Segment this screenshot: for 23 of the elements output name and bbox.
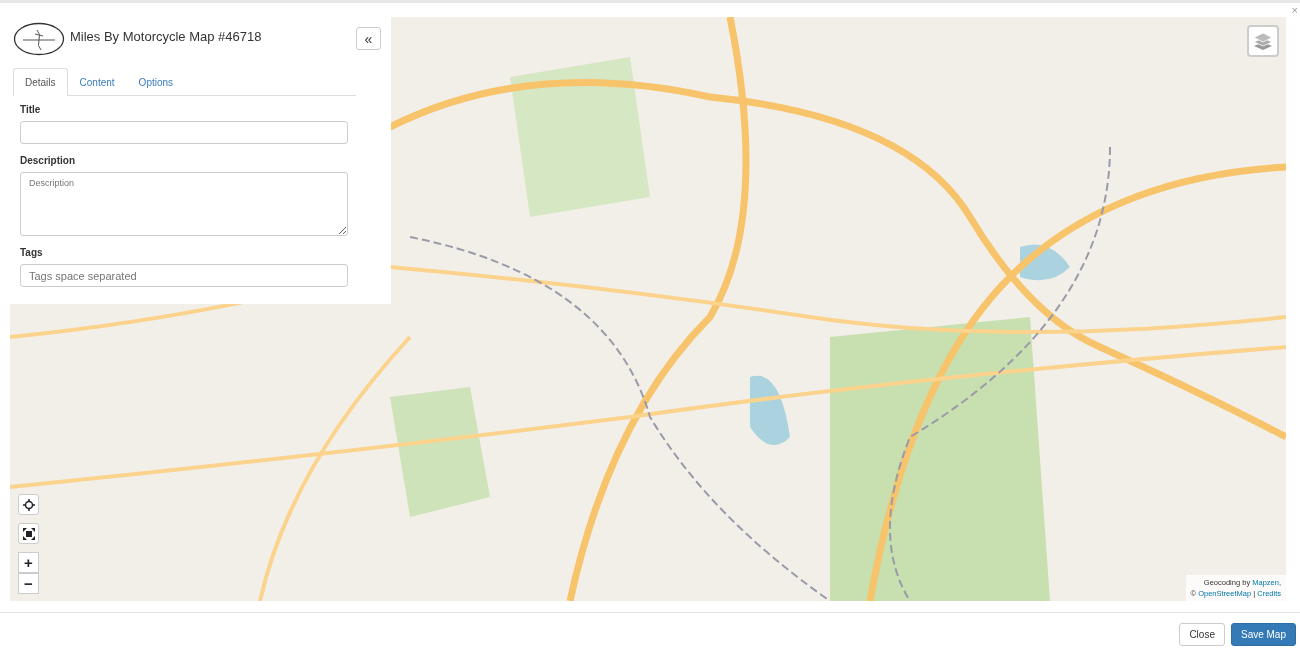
locate-button[interactable] bbox=[18, 494, 39, 515]
layers-button[interactable] bbox=[1247, 25, 1279, 57]
crosshair-icon bbox=[22, 498, 35, 511]
fullscreen-icon bbox=[22, 527, 35, 540]
collapse-button[interactable]: « bbox=[356, 27, 381, 50]
tab[interactable]: Content bbox=[67, 68, 127, 96]
zoom-in-button[interactable]: + bbox=[18, 552, 39, 573]
save-button[interactable]: Save Map bbox=[1230, 623, 1296, 646]
field-label: Title bbox=[20, 104, 42, 115]
field-label: Description bbox=[20, 155, 76, 166]
motorcycle-logo-icon bbox=[13, 22, 65, 56]
tab[interactable]: Details bbox=[13, 68, 68, 96]
description-field[interactable]: Description bbox=[20, 172, 348, 236]
zoom-out-button[interactable]: − bbox=[18, 573, 39, 594]
panel-title: Miles By Motorcycle Map #46718 bbox=[70, 28, 263, 44]
input-field[interactable]: Tags space separated bbox=[20, 264, 348, 287]
layers-icon bbox=[1252, 30, 1274, 52]
input-field[interactable] bbox=[20, 121, 348, 144]
close-button[interactable]: Close bbox=[1179, 623, 1225, 646]
tab[interactable]: Options bbox=[126, 68, 186, 96]
close-icon[interactable]: × bbox=[1291, 4, 1298, 16]
fullscreen-button[interactable] bbox=[18, 523, 39, 544]
field-label: Tags bbox=[20, 247, 44, 258]
